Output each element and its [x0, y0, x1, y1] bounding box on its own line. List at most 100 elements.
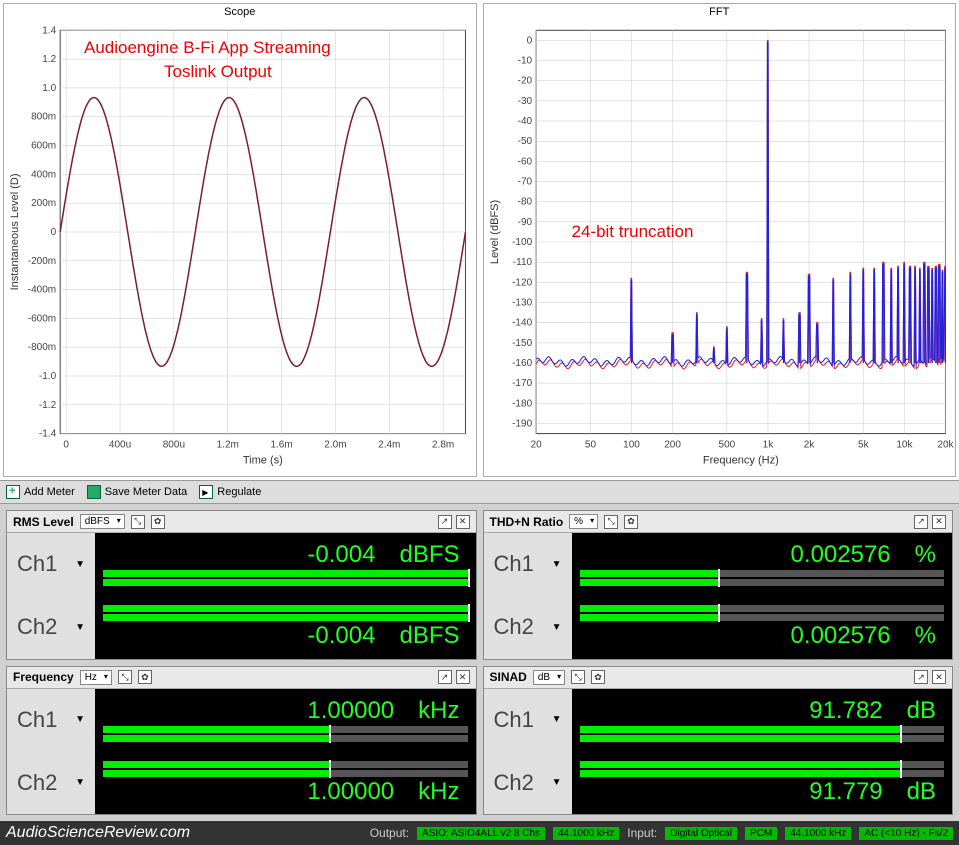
svg-text:20: 20: [530, 440, 542, 451]
svg-text:10k: 10k: [896, 440, 913, 451]
gear-icon[interactable]: ✿: [138, 670, 152, 684]
freq-unit-select[interactable]: Hz: [80, 670, 112, 685]
svg-text:2.8m: 2.8m: [432, 440, 454, 451]
chevron-down-icon[interactable]: ▼: [75, 714, 85, 725]
chevron-down-icon[interactable]: ▼: [75, 559, 85, 570]
save-meter-button[interactable]: Save Meter Data: [87, 485, 188, 499]
gear-icon[interactable]: ✿: [151, 515, 165, 529]
chevron-down-icon[interactable]: ▼: [75, 622, 85, 633]
rms-ch1-label: Ch1▼: [7, 533, 95, 596]
rms-unit-select[interactable]: dBFS: [80, 514, 125, 529]
svg-text:800m: 800m: [31, 112, 56, 123]
thdn-ch2-value: 0.002576%: [580, 622, 945, 650]
popout-icon[interactable]: ↗: [438, 515, 452, 529]
status-footer: AudioScienceReview.com Output: ASIO: ASI…: [0, 821, 959, 845]
thdn-title: THD+N Ratio: [490, 515, 564, 529]
thdn-ch1-label: Ch1▼: [484, 533, 572, 596]
chevron-down-icon[interactable]: ▼: [552, 559, 562, 570]
arrows-icon[interactable]: ⤡: [571, 670, 585, 684]
freq-ch2-bar1: [103, 761, 468, 768]
arrows-icon[interactable]: ⤡: [118, 670, 132, 684]
freq-ch1-value: 1.00000kHz: [103, 697, 468, 725]
svg-text:-100: -100: [512, 237, 532, 248]
freq-meter: Frequency Hz ⤡ ✿ ↗ ✕ Ch1▼ 1.00000kHz: [6, 666, 477, 816]
coupling-tag: AC (<10 Hz) - Fs/2: [859, 827, 953, 840]
freq-ch2-label: Ch2▼: [7, 751, 95, 814]
fft-title: FFT: [484, 4, 956, 20]
svg-text:-40: -40: [517, 116, 532, 127]
svg-text:-10: -10: [517, 56, 532, 67]
regulate-button[interactable]: ▶Regulate: [199, 485, 261, 499]
freq-ch2-row: Ch2▼ 1.00000kHz: [7, 751, 476, 814]
sinad-unit-select[interactable]: dB: [533, 670, 565, 685]
sinad-ch2-bar1: [580, 761, 945, 768]
svg-text:0: 0: [526, 35, 532, 46]
arrows-icon[interactable]: ⤡: [604, 515, 618, 529]
output-rate-tag: 44.1000 kHz: [553, 827, 619, 840]
svg-text:200m: 200m: [31, 198, 56, 209]
close-icon[interactable]: ✕: [932, 515, 946, 529]
rms-ch1-bar1: [103, 570, 468, 577]
chevron-down-icon[interactable]: ▼: [552, 777, 562, 788]
svg-text:-50: -50: [517, 136, 532, 147]
add-meter-button[interactable]: +Add Meter: [6, 485, 75, 499]
freq-ch2-value: 1.00000kHz: [103, 778, 468, 806]
svg-text:-20: -20: [517, 76, 532, 87]
freq-ch1-label: Ch1▼: [7, 689, 95, 752]
svg-text:Time (s): Time (s): [243, 455, 283, 467]
svg-text:2k: 2k: [803, 440, 815, 451]
thdn-ch1-row: Ch1▼ 0.002576%: [484, 533, 953, 596]
svg-text:5k: 5k: [858, 440, 870, 451]
meters-grid: RMS Level dBFS ⤡ ✿ ↗ ✕ Ch1▼ -0.004dBFS: [0, 504, 959, 821]
close-icon[interactable]: ✕: [932, 670, 946, 684]
chevron-down-icon[interactable]: ▼: [75, 777, 85, 788]
rms-ch2-label: Ch2▼: [7, 596, 95, 659]
sinad-ch1-row: Ch1▼ 91.782dB: [484, 689, 953, 752]
scope-annotation-1: Audioengine B-Fi App Streaming: [84, 38, 331, 58]
sinad-ch1-value: 91.782dB: [580, 697, 945, 725]
charts-row: Scope -1.4-1.2-1.0-800m-600m-400m-200m02…: [0, 0, 959, 480]
svg-text:-200m: -200m: [28, 256, 56, 267]
save-icon: [87, 485, 101, 499]
input-rate-tag: 44.1000 kHz: [785, 827, 851, 840]
sinad-ch2-label: Ch2▼: [484, 751, 572, 814]
svg-text:-600m: -600m: [28, 313, 56, 324]
svg-text:200: 200: [664, 440, 681, 451]
svg-text:-400m: -400m: [28, 285, 56, 296]
close-icon[interactable]: ✕: [456, 670, 470, 684]
popout-icon[interactable]: ↗: [438, 670, 452, 684]
thdn-meter: THD+N Ratio % ⤡ ✿ ↗ ✕ Ch1▼ 0.002576%: [483, 510, 954, 660]
svg-text:-160: -160: [512, 358, 532, 369]
thdn-ch2-label: Ch2▼: [484, 596, 572, 659]
input-label: Input:: [627, 826, 657, 840]
svg-text:-180: -180: [512, 398, 532, 409]
svg-text:2.4m: 2.4m: [378, 440, 400, 451]
svg-text:-1.2: -1.2: [39, 400, 57, 411]
svg-text:-90: -90: [517, 217, 532, 228]
gear-icon[interactable]: ✿: [624, 515, 638, 529]
thdn-ch2-bar2: [580, 614, 945, 621]
svg-text:-170: -170: [512, 378, 532, 389]
close-icon[interactable]: ✕: [456, 515, 470, 529]
rms-title: RMS Level: [13, 515, 74, 529]
scope-chart: -1.4-1.2-1.0-800m-600m-400m-200m0200m400…: [4, 20, 476, 476]
gear-icon[interactable]: ✿: [591, 670, 605, 684]
rms-ch1-value: -0.004dBFS: [103, 541, 468, 569]
sinad-ch1-bar2: [580, 735, 945, 742]
play-icon: ▶: [199, 485, 213, 499]
rms-ch1-row: Ch1▼ -0.004dBFS: [7, 533, 476, 596]
output-device-tag: ASIO: ASIO4ALL v2 8 Chs: [417, 827, 545, 840]
svg-text:-800m: -800m: [28, 342, 56, 353]
chevron-down-icon[interactable]: ▼: [552, 622, 562, 633]
sinad-ch2-bar2: [580, 770, 945, 777]
arrows-icon[interactable]: ⤡: [131, 515, 145, 529]
svg-text:-1.0: -1.0: [39, 371, 57, 382]
svg-text:1.2m: 1.2m: [217, 440, 239, 451]
scope-panel: Scope -1.4-1.2-1.0-800m-600m-400m-200m02…: [3, 3, 477, 477]
thdn-unit-select[interactable]: %: [569, 514, 598, 529]
thdn-ch2-bar1: [580, 605, 945, 612]
popout-icon[interactable]: ↗: [914, 670, 928, 684]
popout-icon[interactable]: ↗: [914, 515, 928, 529]
sinad-title: SINAD: [490, 670, 527, 684]
chevron-down-icon[interactable]: ▼: [552, 714, 562, 725]
